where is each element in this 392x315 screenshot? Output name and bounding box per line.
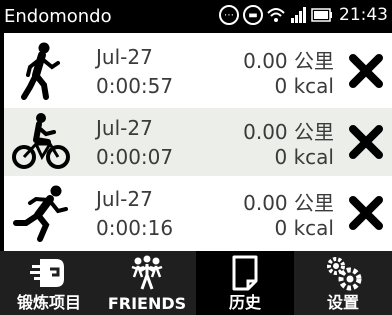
delete-icon[interactable]: [348, 195, 384, 231]
tab-workout[interactable]: 锻炼项目: [0, 251, 98, 315]
settings-icon: [327, 257, 362, 291]
tab-label: 设置: [326, 293, 359, 312]
running-icon: [13, 185, 68, 242]
tab-friends[interactable]: FRIENDS: [98, 251, 196, 315]
history-icon: [232, 255, 258, 291]
workout-history-list: Jul-27 0:00:57 0.00 公里 0 kcal Jul-27 0:0…: [4, 33, 392, 251]
scroll-circle-icon: ⋯: [219, 5, 239, 25]
tab-label: FRIENDS: [107, 294, 187, 313]
workout-icon: [30, 259, 64, 287]
workout-duration: 0:00:16: [96, 216, 174, 240]
workout-row[interactable]: Jul-27 0:00:16 0.00 公里 0 kcal: [4, 179, 392, 247]
tab-settings[interactable]: 设置: [294, 251, 392, 315]
workout-calories: 0 kcal: [274, 74, 334, 98]
workout-date: Jul-27: [96, 45, 153, 69]
tab-label: 锻炼项目: [16, 293, 81, 312]
workout-row[interactable]: Jul-27 0:00:57 0.00 公里 0 kcal: [4, 37, 392, 105]
workout-calories: 0 kcal: [274, 216, 334, 240]
delete-icon[interactable]: [348, 124, 384, 160]
signal-icon: [291, 7, 306, 23]
battery-icon: [311, 8, 332, 22]
workout-date: Jul-27: [96, 187, 153, 211]
status-icons: ⋯ ▬ 21:43: [219, 5, 388, 25]
bottom-tab-bar: 锻炼项目 FRIENDS 历史 设置: [0, 251, 392, 315]
workout-calories: 0 kcal: [274, 145, 334, 169]
workout-row[interactable]: Jul-27 0:00:07 0.00 公里 0 kcal: [4, 108, 392, 176]
status-bar: Endomondo ⋯ ▬ 21:43: [0, 0, 392, 33]
friends-icon: [131, 255, 163, 290]
wifi-icon: [267, 8, 285, 22]
message-circle-icon: ▬: [243, 5, 263, 25]
workout-distance: 0.00 公里: [243, 49, 334, 73]
app-name: Endomondo: [4, 6, 112, 27]
delete-icon[interactable]: [348, 53, 384, 89]
workout-duration: 0:00:07: [96, 145, 174, 169]
workout-distance: 0.00 公里: [243, 120, 334, 144]
clock: 21:43: [339, 5, 388, 25]
cycling-icon: [12, 113, 70, 169]
tab-label: 历史: [228, 293, 261, 312]
workout-distance: 0.00 公里: [243, 191, 334, 215]
workout-duration: 0:00:57: [96, 74, 174, 98]
workout-date: Jul-27: [96, 116, 153, 140]
walking-icon: [21, 42, 60, 100]
tab-history[interactable]: 历史: [196, 251, 294, 315]
